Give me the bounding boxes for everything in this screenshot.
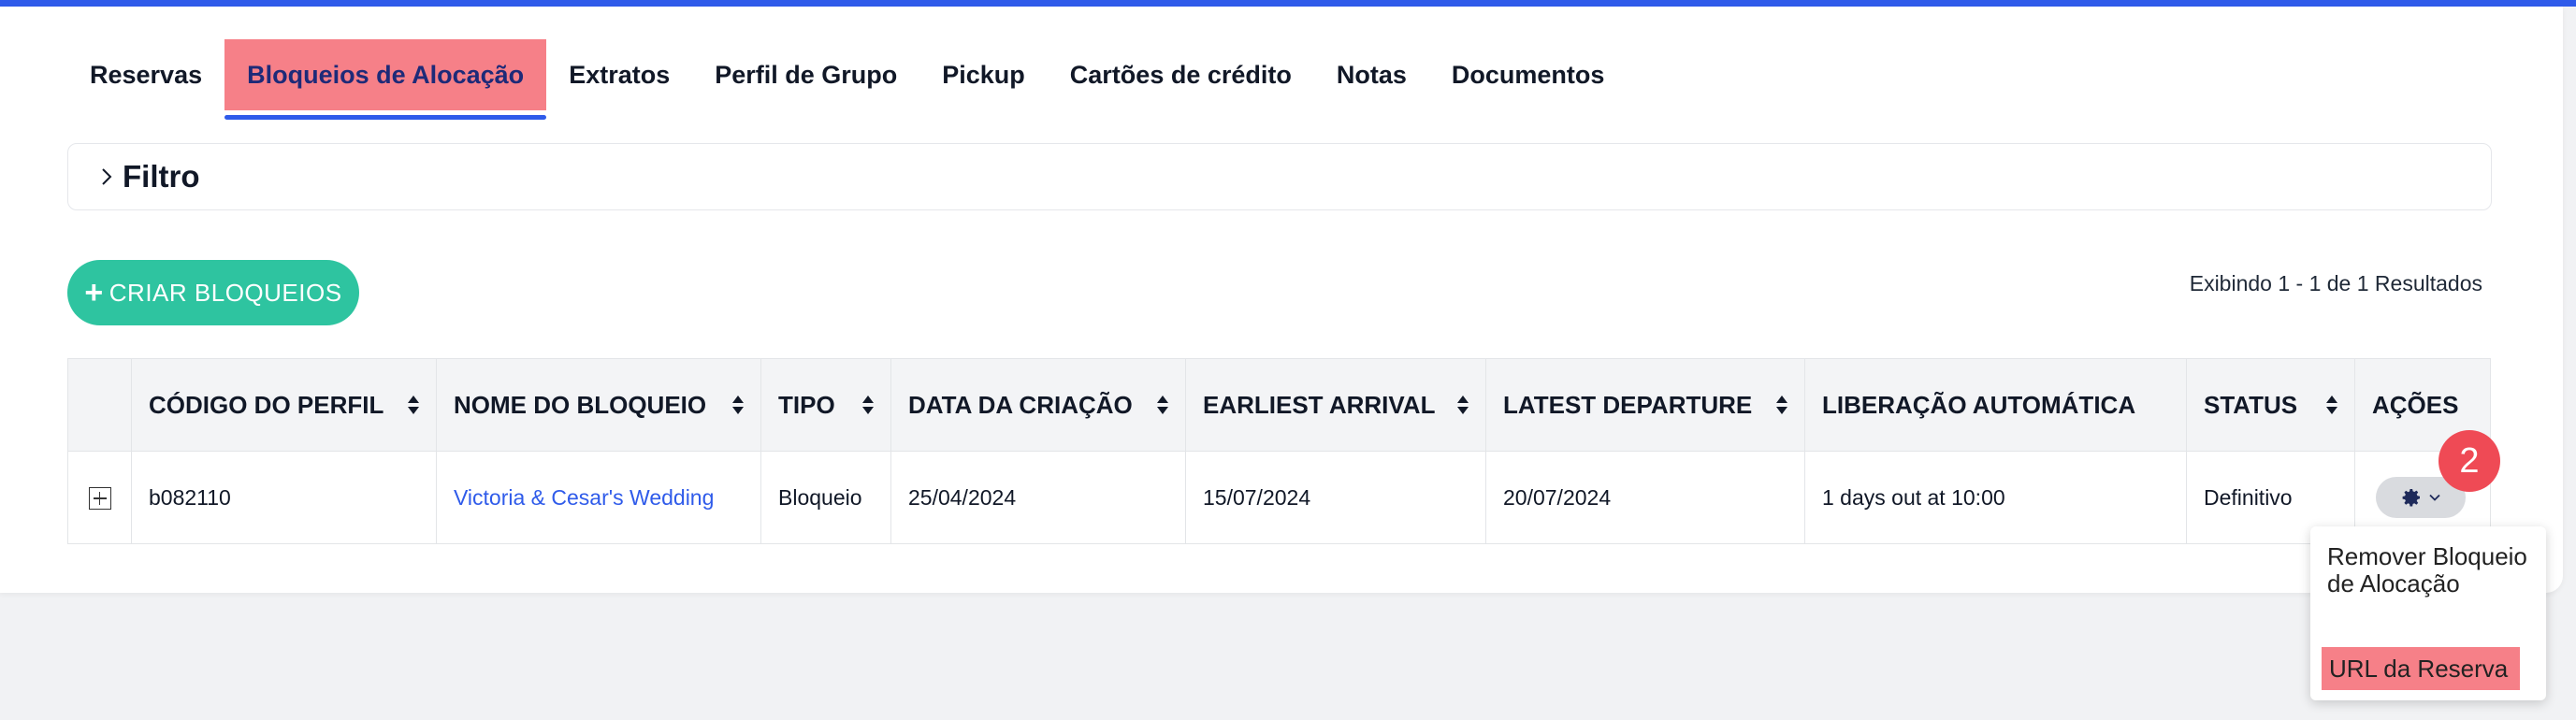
step-badge: 2 xyxy=(2439,430,2500,492)
cell-tipo: Bloqueio xyxy=(760,451,891,544)
chevron-down-icon xyxy=(2429,494,2440,501)
cell-earliest-arrival: 15/07/2024 xyxy=(1185,451,1486,544)
menu-item-url-da-reserva[interactable]: URL da Reserva xyxy=(2322,647,2520,690)
plus-icon: + xyxy=(84,275,104,310)
tab-perfil-de-grupo[interactable]: Perfil de Grupo xyxy=(692,39,919,110)
top-accent-bar xyxy=(0,0,2576,7)
tab-bloqueios-de-alocacao[interactable]: Bloqueios de Alocação xyxy=(224,39,547,120)
header-label: NOME DO BLOQUEIO xyxy=(454,390,707,419)
create-blocks-button[interactable]: + CRIAR BLOQUEIOS xyxy=(67,260,359,325)
results-count: Exibindo 1 - 1 de 1 Resultados xyxy=(2189,271,2482,295)
header-label: AÇÕES xyxy=(2372,390,2459,419)
header-label: STATUS xyxy=(2204,390,2298,419)
header-label: EARLIEST ARRIVAL xyxy=(1203,390,1436,419)
tab-bar: Reservas Bloqueios de Alocação Extratos … xyxy=(67,39,1627,120)
tab-extratos[interactable]: Extratos xyxy=(546,39,692,110)
expand-row-icon[interactable] xyxy=(88,487,111,511)
tab-pickup[interactable]: Pickup xyxy=(919,39,1048,110)
cell-liberacao: 1 days out at 10:00 xyxy=(1804,451,2187,544)
header-label: LIBERAÇÃO AUTOMÁTICA xyxy=(1822,390,2136,419)
sort-icon xyxy=(1457,396,1469,414)
filter-panel-toggle[interactable]: Filtro xyxy=(67,143,2492,210)
header-expand xyxy=(67,358,132,452)
create-blocks-label: CRIAR BLOQUEIOS xyxy=(109,278,342,307)
table-row: b082110 Victoria & Cesar's Wedding Bloqu… xyxy=(67,451,2491,544)
expand-cell xyxy=(67,451,132,544)
gear-icon xyxy=(2402,489,2420,507)
table-header-row: CÓDIGO DO PERFIL NOME DO BLOQUEIO TIPO D… xyxy=(67,358,2491,452)
tab-documentos[interactable]: Documentos xyxy=(1429,39,1628,110)
cell-codigo: b082110 xyxy=(131,451,437,544)
sort-icon xyxy=(408,396,419,414)
header-latest-departure[interactable]: LATEST DEPARTURE xyxy=(1485,358,1805,452)
sort-icon xyxy=(732,396,744,414)
chevron-right-icon xyxy=(94,165,119,189)
tab-cartoes-de-credito[interactable]: Cartões de crédito xyxy=(1048,39,1314,110)
actions-dropdown-menu: Remover Bloqueio de Alocação URL da Rese… xyxy=(2310,526,2546,700)
sort-icon xyxy=(2326,396,2337,414)
header-label: LATEST DEPARTURE xyxy=(1503,390,1753,419)
sort-icon xyxy=(1776,396,1787,414)
tab-reservas[interactable]: Reservas xyxy=(67,39,224,110)
allocation-blocks-table: CÓDIGO DO PERFIL NOME DO BLOQUEIO TIPO D… xyxy=(67,358,2491,544)
header-status[interactable]: STATUS xyxy=(2186,358,2355,452)
cell-nome: Victoria & Cesar's Wedding xyxy=(436,451,761,544)
cell-data-criacao: 25/04/2024 xyxy=(890,451,1186,544)
block-name-link[interactable]: Victoria & Cesar's Wedding xyxy=(454,485,714,510)
header-nome-do-bloqueio[interactable]: NOME DO BLOQUEIO xyxy=(436,358,761,452)
header-tipo[interactable]: TIPO xyxy=(760,358,891,452)
cell-latest-departure: 20/07/2024 xyxy=(1485,451,1805,544)
sort-icon xyxy=(1157,396,1168,414)
sort-icon xyxy=(862,396,874,414)
menu-item-remover-bloqueio[interactable]: Remover Bloqueio de Alocação xyxy=(2327,543,2533,598)
filter-title: Filtro xyxy=(123,159,200,194)
header-liberacao-automatica[interactable]: LIBERAÇÃO AUTOMÁTICA xyxy=(1804,358,2187,452)
header-data-da-criacao[interactable]: DATA DA CRIAÇÃO xyxy=(890,358,1186,452)
header-label: DATA DA CRIAÇÃO xyxy=(908,390,1133,419)
header-label: TIPO xyxy=(778,390,835,419)
header-earliest-arrival[interactable]: EARLIEST ARRIVAL xyxy=(1185,358,1486,452)
tab-notas[interactable]: Notas xyxy=(1314,39,1429,110)
header-codigo-do-perfil[interactable]: CÓDIGO DO PERFIL xyxy=(131,358,437,452)
header-label: CÓDIGO DO PERFIL xyxy=(149,390,384,419)
